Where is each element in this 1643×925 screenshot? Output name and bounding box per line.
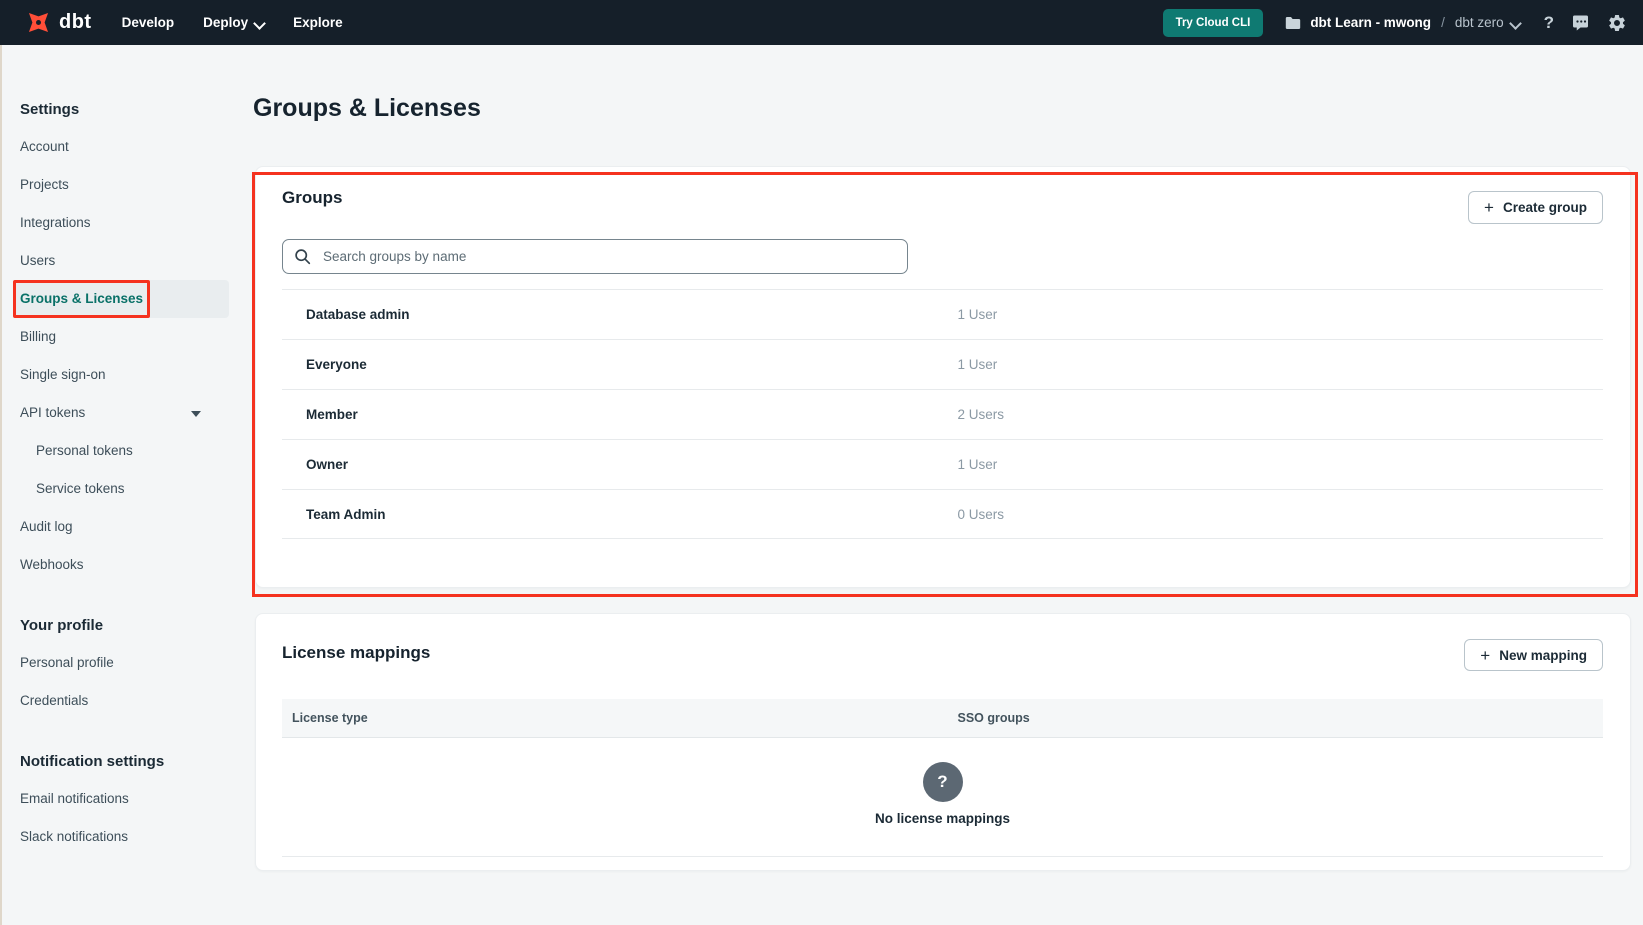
empty-state: ? No license mappings bbox=[282, 762, 1603, 826]
account-selector[interactable]: dbt Learn - mwong bbox=[1285, 15, 1431, 30]
group-row-member[interactable]: Member 2 Users bbox=[282, 389, 1603, 439]
groups-card: Groups + Create group Database admin 1 U… bbox=[255, 166, 1631, 588]
column-license-type: License type bbox=[282, 711, 943, 725]
sidebar-heading-notification-settings: Notification settings bbox=[0, 744, 230, 780]
sidebar-heading-your-profile: Your profile bbox=[0, 608, 230, 644]
try-cloud-cli-button[interactable]: Try Cloud CLI bbox=[1163, 9, 1264, 37]
sidebar-item-personal-tokens[interactable]: Personal tokens bbox=[14, 432, 229, 470]
sidebar-item-personal-profile[interactable]: Personal profile bbox=[14, 644, 229, 682]
sidebar-item-slack-notifications[interactable]: Slack notifications bbox=[14, 818, 229, 856]
create-group-button[interactable]: + Create group bbox=[1468, 191, 1603, 224]
caret-down-icon bbox=[191, 411, 201, 417]
search-icon bbox=[294, 248, 311, 265]
group-row-everyone[interactable]: Everyone 1 User bbox=[282, 339, 1603, 389]
sidebar-item-api-tokens[interactable]: API tokens bbox=[14, 394, 229, 432]
folder-icon bbox=[1285, 16, 1301, 30]
sidebar-item-email-notifications[interactable]: Email notifications bbox=[14, 780, 229, 818]
nav-item-deploy[interactable]: Deploy bbox=[203, 15, 264, 30]
group-name: Everyone bbox=[282, 357, 943, 372]
group-name: Member bbox=[282, 407, 943, 422]
search-groups-input[interactable] bbox=[282, 239, 908, 274]
group-user-count: 2 Users bbox=[943, 407, 1604, 422]
group-name: Team Admin bbox=[282, 507, 943, 522]
sidebar-item-service-tokens[interactable]: Service tokens bbox=[14, 470, 229, 508]
dbt-logo-text: dbt bbox=[59, 11, 92, 34]
sidebar-heading-settings: Settings bbox=[0, 92, 230, 128]
nav-item-develop[interactable]: Develop bbox=[122, 15, 175, 30]
sidebar-item-webhooks[interactable]: Webhooks bbox=[14, 546, 229, 584]
sidebar-item-projects[interactable]: Projects bbox=[14, 166, 229, 204]
group-row-owner[interactable]: Owner 1 User bbox=[282, 439, 1603, 489]
help-icon[interactable]: ? bbox=[1544, 13, 1554, 33]
group-row-team-admin[interactable]: Team Admin 0 Users bbox=[282, 489, 1603, 539]
group-row-database-admin[interactable]: Database admin 1 User bbox=[282, 289, 1603, 339]
chevron-down-icon bbox=[255, 18, 264, 27]
nav-item-explore[interactable]: Explore bbox=[293, 15, 343, 30]
main-nav: Develop Deploy Explore bbox=[122, 15, 372, 30]
page-title: Groups & Licenses bbox=[253, 94, 481, 123]
group-user-count: 1 User bbox=[943, 357, 1604, 372]
plus-icon: + bbox=[1480, 647, 1490, 664]
group-name: Database admin bbox=[282, 307, 943, 322]
sidebar-item-single-sign-on[interactable]: Single sign-on bbox=[14, 356, 229, 394]
column-sso-groups: SSO groups bbox=[943, 711, 1604, 725]
group-user-count: 0 Users bbox=[943, 507, 1604, 522]
breadcrumb-separator: / bbox=[1441, 15, 1445, 30]
dbt-logo[interactable]: dbt bbox=[25, 9, 92, 36]
feedback-icon[interactable] bbox=[1571, 14, 1590, 32]
group-user-count: 1 User bbox=[943, 307, 1604, 322]
plus-icon: + bbox=[1484, 199, 1494, 216]
top-navbar: dbt Develop Deploy Explore Try Cloud CLI… bbox=[0, 0, 1643, 45]
groups-list: Database admin 1 User Everyone 1 User Me… bbox=[282, 289, 1603, 539]
chevron-down-icon bbox=[1511, 18, 1520, 27]
account-name: dbt Learn - mwong bbox=[1310, 15, 1431, 30]
divider bbox=[282, 856, 1603, 857]
gear-icon[interactable] bbox=[1607, 13, 1627, 33]
question-mark-icon: ? bbox=[923, 762, 963, 802]
sidebar-item-credentials[interactable]: Credentials bbox=[14, 682, 229, 720]
license-table-header: License type SSO groups bbox=[282, 699, 1603, 738]
license-mappings-card: License mappings + New mapping License t… bbox=[255, 613, 1631, 871]
sidebar-item-audit-log[interactable]: Audit log bbox=[14, 508, 229, 546]
license-mappings-title: License mappings bbox=[282, 643, 430, 663]
groups-section-title: Groups bbox=[282, 188, 342, 208]
project-selector[interactable]: dbt zero bbox=[1455, 15, 1520, 30]
sidebar-item-users[interactable]: Users bbox=[14, 242, 229, 280]
new-mapping-button[interactable]: + New mapping bbox=[1464, 639, 1603, 671]
sidebar-item-account[interactable]: Account bbox=[14, 128, 229, 166]
dbt-logo-icon bbox=[19, 3, 57, 41]
group-user-count: 1 User bbox=[943, 457, 1604, 472]
sidebar-item-groups-licenses[interactable]: Groups & Licenses bbox=[14, 280, 229, 318]
sidebar-item-integrations[interactable]: Integrations bbox=[14, 204, 229, 242]
group-name: Owner bbox=[282, 457, 943, 472]
settings-sidebar: Settings Account Projects Integrations U… bbox=[0, 45, 230, 925]
project-name: dbt zero bbox=[1455, 15, 1504, 30]
empty-state-text: No license mappings bbox=[282, 811, 1603, 826]
sidebar-item-billing[interactable]: Billing bbox=[14, 318, 229, 356]
